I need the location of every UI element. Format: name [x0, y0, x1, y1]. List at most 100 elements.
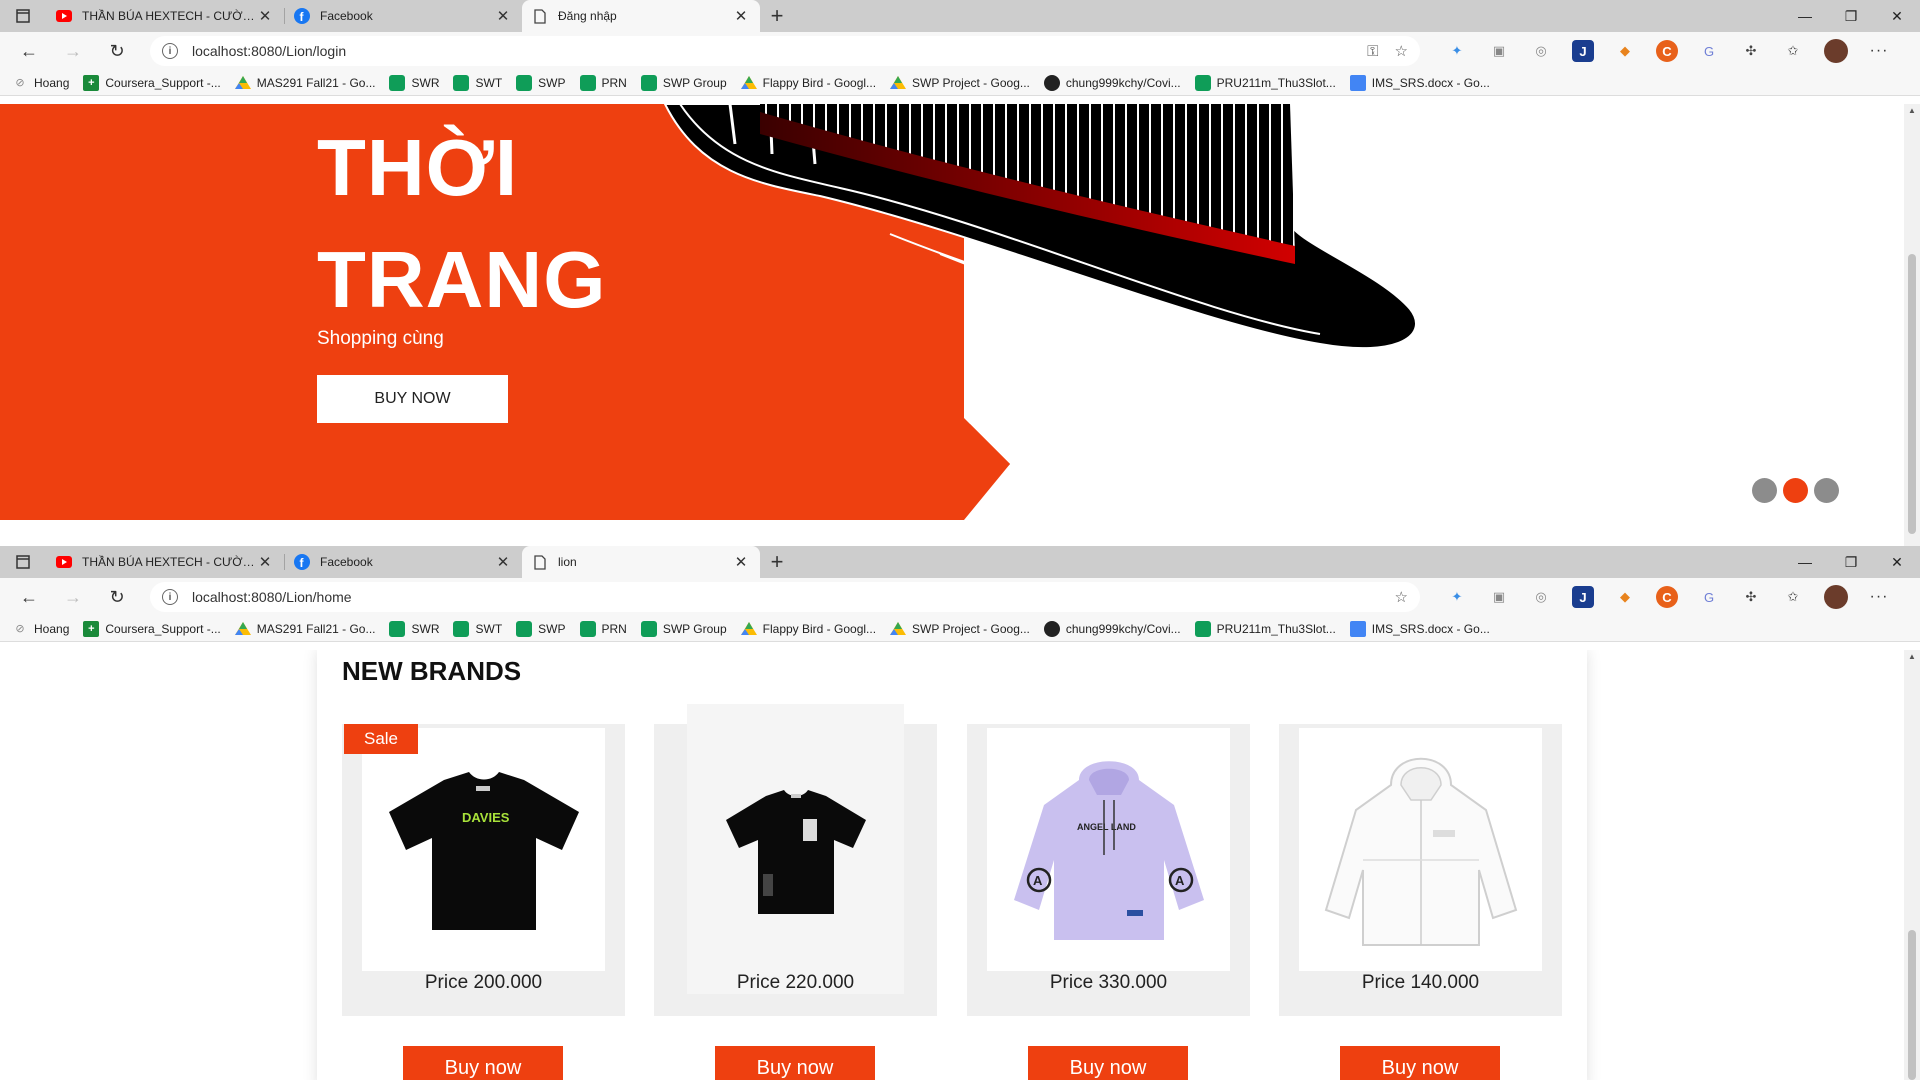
bookmark-item[interactable]: MAS291 Fall21 - Go...: [234, 75, 375, 91]
bookmark-item[interactable]: Flappy Bird - Googl...: [740, 75, 876, 91]
refresh-button[interactable]: ↻: [102, 36, 132, 66]
bookmark-item[interactable]: SWT: [453, 620, 502, 637]
more-menu-icon[interactable]: ···: [1868, 40, 1890, 62]
extension-bird-icon[interactable]: ✦: [1446, 40, 1468, 62]
back-button[interactable]: ←: [14, 582, 44, 612]
extension-bird-icon[interactable]: ✦: [1446, 586, 1468, 608]
bookmark-item[interactable]: IMS_SRS.docx - Go...: [1349, 620, 1490, 637]
vertical-scrollbar[interactable]: ▲: [1904, 650, 1920, 1080]
product-image[interactable]: [1299, 728, 1542, 971]
bookmark-item[interactable]: PRU211m_Thu3Slot...: [1194, 74, 1336, 91]
vertical-scrollbar[interactable]: ▲: [1904, 104, 1920, 546]
bookmark-item[interactable]: SWR: [389, 620, 439, 637]
close-tab-icon[interactable]: ✕: [256, 7, 274, 25]
carousel-dot-2[interactable]: [1783, 478, 1808, 503]
extension-g-icon[interactable]: G: [1698, 40, 1720, 62]
bookmark-item[interactable]: SWP Group: [640, 620, 727, 637]
hero-buy-now-button[interactable]: BUY NOW: [317, 375, 508, 423]
new-tab-button[interactable]: +: [760, 0, 794, 32]
bookmark-item[interactable]: SWP: [516, 620, 566, 637]
bookmark-item[interactable]: chung999kchy/Covi...: [1043, 620, 1181, 637]
product-card[interactable]: Sale DAVIES Price 200.000: [342, 724, 625, 1016]
bookmark-item[interactable]: Flappy Bird - Googl...: [740, 621, 876, 637]
site-info-icon[interactable]: i: [162, 43, 178, 59]
restore-button[interactable]: ❐: [1828, 546, 1874, 578]
minimize-button[interactable]: —: [1782, 546, 1828, 578]
carousel-dot-3[interactable]: [1814, 478, 1839, 503]
close-tab-icon[interactable]: ✕: [256, 553, 274, 571]
add-favorite-icon[interactable]: ☆: [1395, 588, 1408, 606]
product-image[interactable]: ANGEL LAND A A: [987, 728, 1230, 971]
scroll-up-arrow-icon[interactable]: ▲: [1904, 652, 1920, 661]
extension-capture-icon[interactable]: ◎: [1530, 40, 1552, 62]
key-icon[interactable]: ⚿: [1367, 43, 1378, 60]
buy-now-button[interactable]: Buy now: [1340, 1046, 1500, 1080]
carousel-dot-1[interactable]: [1752, 478, 1777, 503]
buy-now-button[interactable]: Buy now: [1028, 1046, 1188, 1080]
tab-actions-button[interactable]: [0, 546, 46, 578]
refresh-button[interactable]: ↻: [102, 582, 132, 612]
extension-g-icon[interactable]: G: [1698, 586, 1720, 608]
product-card[interactable]: Price 220.000: [654, 704, 937, 1016]
bookmark-item[interactable]: SWP Project - Goog...: [890, 621, 1030, 637]
buy-now-button[interactable]: Buy now: [403, 1046, 563, 1080]
extensions-puzzle-icon[interactable]: ✣: [1740, 586, 1762, 608]
tab-youtube[interactable]: THẦN BÚA HEXTECH - CƯỜNG ĐÔ LA ✕: [46, 0, 284, 32]
tab-lion[interactable]: lion ✕: [522, 546, 760, 578]
bookmark-item[interactable]: ⊘ Hoang: [12, 75, 69, 91]
add-favorite-icon[interactable]: ☆: [1395, 42, 1408, 60]
close-tab-icon[interactable]: ✕: [732, 553, 750, 571]
extension-c-icon[interactable]: C: [1656, 40, 1678, 62]
extension-j-icon[interactable]: J: [1572, 586, 1594, 608]
bookmark-item[interactable]: PRN: [579, 620, 627, 637]
scrollbar-thumb[interactable]: [1908, 254, 1916, 534]
extension-c-icon[interactable]: C: [1656, 586, 1678, 608]
bookmark-item[interactable]: MAS291 Fall21 - Go...: [234, 621, 375, 637]
extension-fox-icon[interactable]: ◆: [1614, 586, 1636, 608]
bookmark-item[interactable]: ⊘ Hoang: [12, 621, 69, 637]
product-image[interactable]: DAVIES: [362, 728, 605, 971]
extension-capture-icon[interactable]: ◎: [1530, 586, 1552, 608]
extension-cube-icon[interactable]: ▣: [1488, 40, 1510, 62]
bookmark-item[interactable]: SWT: [453, 74, 502, 91]
tab-login[interactable]: Đăng nhập ✕: [522, 0, 760, 32]
profile-avatar-icon[interactable]: [1824, 39, 1848, 63]
address-bar[interactable]: i localhost:8080/Lion/login ⚿ ☆: [150, 36, 1420, 66]
new-tab-button[interactable]: +: [760, 546, 794, 578]
profile-avatar-icon[interactable]: [1824, 585, 1848, 609]
tab-facebook[interactable]: f Facebook ✕: [284, 0, 522, 32]
tab-actions-button[interactable]: [0, 0, 46, 32]
product-card[interactable]: Price 140.000: [1279, 724, 1562, 1016]
forward-button[interactable]: →: [58, 36, 88, 66]
extensions-puzzle-icon[interactable]: ✣: [1740, 40, 1762, 62]
scrollbar-thumb[interactable]: [1908, 930, 1916, 1080]
bookmark-item[interactable]: + Coursera_Support -...: [83, 74, 221, 91]
minimize-button[interactable]: —: [1782, 0, 1828, 32]
bookmark-item[interactable]: SWP Project - Goog...: [890, 75, 1030, 91]
close-window-button[interactable]: ✕: [1874, 0, 1920, 32]
buy-now-button[interactable]: Buy now: [715, 1046, 875, 1080]
product-card[interactable]: ANGEL LAND A A Price 330.000: [967, 724, 1250, 1016]
bookmark-item[interactable]: SWR: [389, 74, 439, 91]
forward-button[interactable]: →: [58, 582, 88, 612]
tab-youtube[interactable]: THẦN BÚA HEXTECH - CƯỜNG ĐÔ LA ✕: [46, 546, 284, 578]
extension-j-icon[interactable]: J: [1572, 40, 1594, 62]
more-menu-icon[interactable]: ···: [1868, 586, 1890, 608]
tab-facebook[interactable]: f Facebook ✕: [284, 546, 522, 578]
close-tab-icon[interactable]: ✕: [732, 7, 750, 25]
close-window-button[interactable]: ✕: [1874, 546, 1920, 578]
scroll-up-arrow-icon[interactable]: ▲: [1904, 106, 1920, 115]
product-image[interactable]: [687, 704, 904, 994]
bookmark-item[interactable]: SWP Group: [640, 74, 727, 91]
address-bar[interactable]: i localhost:8080/Lion/home ☆: [150, 582, 1420, 612]
favorites-icon[interactable]: ✩: [1782, 586, 1804, 608]
extension-fox-icon[interactable]: ◆: [1614, 40, 1636, 62]
favorites-icon[interactable]: ✩: [1782, 40, 1804, 62]
close-tab-icon[interactable]: ✕: [494, 7, 512, 25]
extension-cube-icon[interactable]: ▣: [1488, 586, 1510, 608]
bookmark-item[interactable]: PRU211m_Thu3Slot...: [1194, 620, 1336, 637]
site-info-icon[interactable]: i: [162, 589, 178, 605]
close-tab-icon[interactable]: ✕: [494, 553, 512, 571]
bookmark-item[interactable]: + Coursera_Support -...: [83, 620, 221, 637]
restore-button[interactable]: ❐: [1828, 0, 1874, 32]
